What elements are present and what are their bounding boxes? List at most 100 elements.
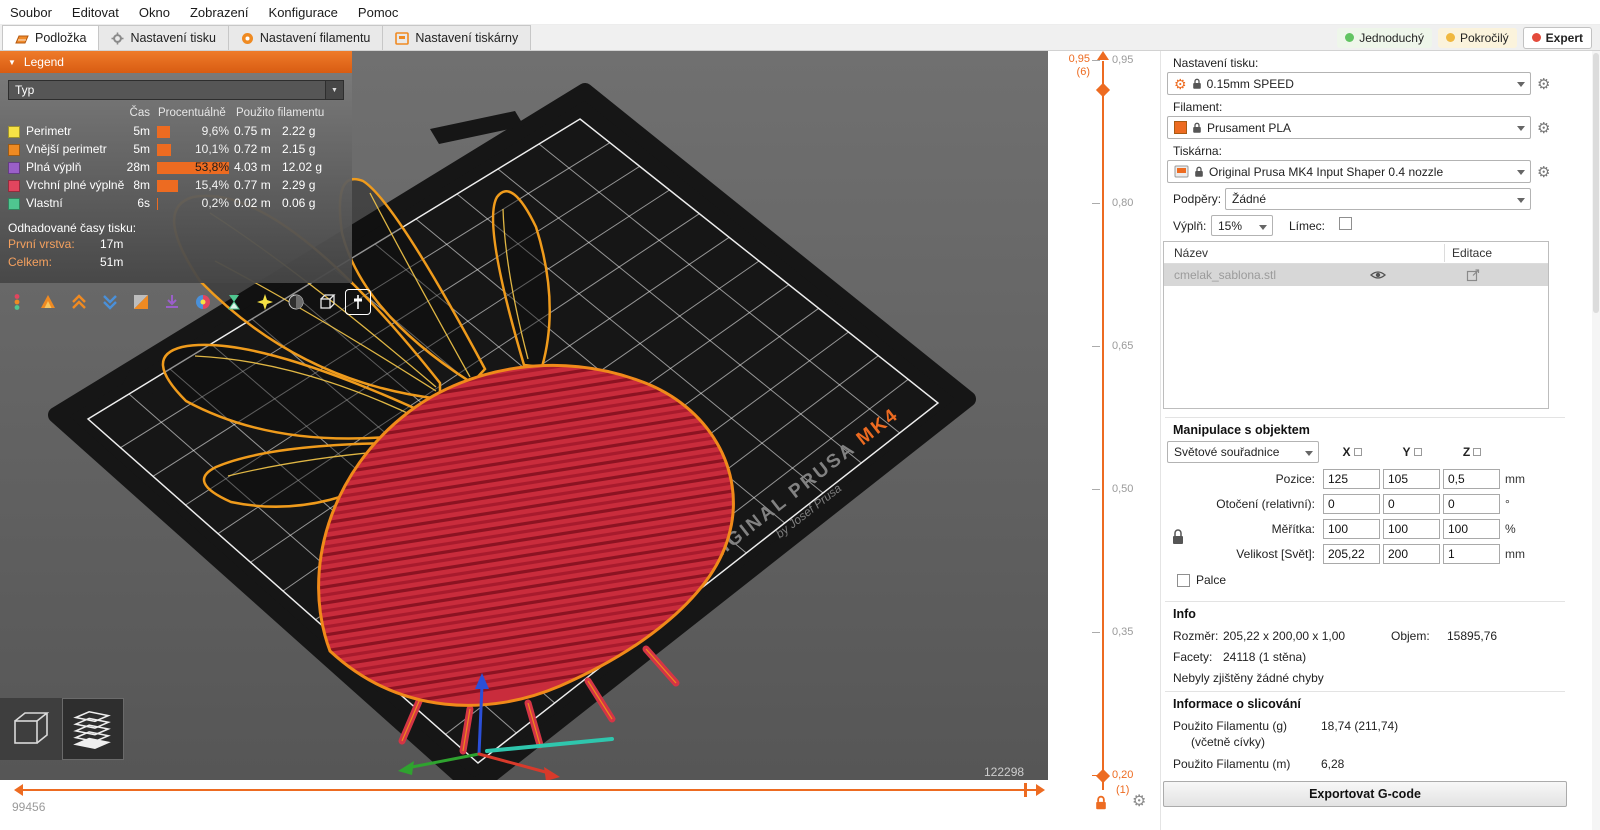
manipulation-title: Manipulace s objektem — [1173, 423, 1310, 437]
slider-current-value: 0,95 — [1068, 53, 1090, 65]
man-z-input-0[interactable] — [1443, 469, 1500, 489]
vslider-top-handle[interactable] — [1095, 82, 1111, 98]
feature-length: 0.72 m — [234, 142, 271, 156]
printer-gear-button[interactable]: ⚙ — [1537, 163, 1550, 181]
printer-select[interactable]: Original Prusa MK4 Input Shaper 0.4 nozz… — [1167, 160, 1531, 183]
legend-header[interactable]: ▼ Legend — [0, 51, 352, 73]
man-z-input-1[interactable] — [1443, 494, 1500, 514]
menu-item-editovat[interactable]: Editovat — [62, 5, 129, 20]
infill-value: 15% — [1218, 218, 1243, 233]
visibility-eye-icon[interactable] — [1370, 269, 1386, 281]
manipulation-row: Velikost [Svět]: mm — [1161, 544, 1600, 565]
man-z-input-3[interactable] — [1443, 544, 1500, 564]
view-layers-button[interactable] — [62, 698, 124, 760]
feature-weight: 2.15 g — [282, 142, 316, 156]
viewport-3d[interactable]: ORIGINAL PRUSA MK4 by Josef Prusa ▼ Lege… — [0, 51, 1048, 780]
brim-label: Límec: — [1289, 219, 1326, 233]
feature-percent: 9,6% — [201, 124, 229, 138]
man-x-input-3[interactable] — [1323, 544, 1380, 564]
horizontal-layer-slider[interactable] — [18, 789, 1038, 791]
tab-print-settings[interactable]: Nastavení tisku — [98, 25, 229, 50]
uniform-scale-lock-icon[interactable] — [1171, 527, 1185, 547]
shells-icon[interactable] — [35, 289, 61, 315]
filament-gear-button[interactable]: ⚙ — [1537, 119, 1550, 137]
man-unit: mm — [1505, 472, 1525, 486]
man-x-input-2[interactable] — [1323, 519, 1380, 539]
model-cube-icon[interactable] — [314, 289, 340, 315]
volume-label: Objem: — [1391, 629, 1430, 643]
axis-box-icon — [1353, 448, 1362, 456]
panel-scrollbar[interactable] — [1592, 51, 1600, 830]
legend-row: Perimetr 5m 9,6% 0.75 m 2.22 g — [0, 123, 352, 141]
slider-tick — [1092, 489, 1100, 490]
view-toolbar — [4, 289, 371, 315]
slider-tick-label: 0,80 — [1112, 197, 1134, 209]
infill-select[interactable]: 15% — [1211, 215, 1273, 236]
scrollbar-thumb[interactable] — [1593, 53, 1599, 313]
feature-time: 5m — [133, 142, 150, 156]
menu-item-soubor[interactable]: Soubor — [0, 5, 62, 20]
menu-item-konfigurace[interactable]: Konfigurace — [259, 5, 348, 20]
slider-tick — [1092, 60, 1100, 61]
slider-lock-icon[interactable] — [1094, 795, 1108, 811]
menu-item-zobrazeni[interactable]: Zobrazení — [180, 5, 259, 20]
supports-select[interactable]: Žádné — [1225, 188, 1531, 210]
menu-item-pomoc[interactable]: Pomoc — [348, 5, 408, 20]
wipe-icon[interactable] — [252, 289, 278, 315]
mode-advanced-button[interactable]: Pokročilý — [1437, 27, 1517, 48]
feature-time: 5m — [133, 124, 150, 138]
slicer-settings-gear-icon[interactable]: ⚙ — [1132, 791, 1146, 811]
vslider-up-arrow-icon[interactable] — [1097, 51, 1109, 60]
man-y-input-1[interactable] — [1383, 494, 1440, 514]
col-percent: Procentuálně — [158, 107, 226, 119]
chevron-down-icon — [1517, 170, 1525, 179]
volumetric-flow-icon[interactable] — [283, 289, 309, 315]
man-y-input-0[interactable] — [1383, 469, 1440, 489]
legend-view-select[interactable]: Typ ▼ — [8, 80, 344, 100]
man-y-input-3[interactable] — [1383, 544, 1440, 564]
print-time-icon[interactable] — [221, 289, 247, 315]
inches-toggle[interactable]: Palce — [1177, 573, 1226, 587]
vertical-layer-slider[interactable] — [1102, 61, 1104, 790]
perimeters-speed-icon[interactable] — [66, 289, 92, 315]
man-x-input-1[interactable] — [1323, 494, 1380, 514]
man-z-input-2[interactable] — [1443, 519, 1500, 539]
estimated-times-title: Odhadované časy tisku: — [8, 221, 137, 235]
infill-label: Výplň: — [1173, 219, 1207, 233]
facets-label: Facety: — [1173, 650, 1213, 664]
man-x-input-0[interactable] — [1323, 469, 1380, 489]
mode-simple-button[interactable]: Jednoduchý — [1337, 27, 1432, 48]
print-settings-select[interactable]: ⚙ 0.15mm SPEED — [1167, 72, 1531, 95]
tab-filament-settings[interactable]: Nastavení filamentu — [227, 25, 384, 50]
tab-printer-settings[interactable]: Nastavení tiskárny — [382, 25, 532, 50]
bottom-slider-area: 99456 — [0, 780, 1048, 830]
layer-slider-icon[interactable] — [345, 289, 371, 315]
mode-switcher: Jednoduchý Pokročilý Expert — [1337, 25, 1600, 50]
slider-tick-label: 0,35 — [1112, 626, 1134, 638]
man-y-input-2[interactable] — [1383, 519, 1440, 539]
edit-object-icon[interactable] — [1466, 269, 1480, 282]
tab-label: Nastavení tiskárny — [415, 31, 519, 45]
print-settings-gear-button[interactable]: ⚙ — [1537, 75, 1550, 93]
mode-expert-button[interactable]: Expert — [1522, 26, 1592, 49]
vslider-bottom-handle[interactable] — [1095, 768, 1111, 784]
feature-types-icon[interactable] — [4, 289, 30, 315]
hslider-handle[interactable] — [1024, 783, 1027, 797]
tab-plater[interactable]: Podložka — [2, 25, 100, 50]
tool-colors-icon[interactable] — [190, 289, 216, 315]
inches-checkbox[interactable] — [1177, 573, 1190, 587]
travels-icon[interactable] — [97, 289, 123, 315]
export-gcode-button[interactable]: Exportovat G-code — [1163, 781, 1567, 807]
brim-checkbox[interactable] — [1339, 217, 1352, 230]
object-row[interactable]: cmelak_sablona.stl — [1164, 264, 1548, 286]
size-value: 205,22 x 200,00 x 1,00 — [1223, 629, 1346, 643]
menu-item-okno[interactable]: Okno — [129, 5, 180, 20]
filament-select[interactable]: Prusament PLA — [1167, 116, 1531, 139]
total-time: Celkem: 51m — [8, 255, 344, 273]
view-3d-button[interactable] — [0, 698, 62, 760]
feature-time: 28m — [126, 160, 150, 174]
seams-icon[interactable] — [128, 289, 154, 315]
col-filament: Použito filamentu — [236, 107, 325, 119]
tab-label: Podložka — [35, 31, 87, 45]
retractions-icon[interactable] — [159, 289, 185, 315]
